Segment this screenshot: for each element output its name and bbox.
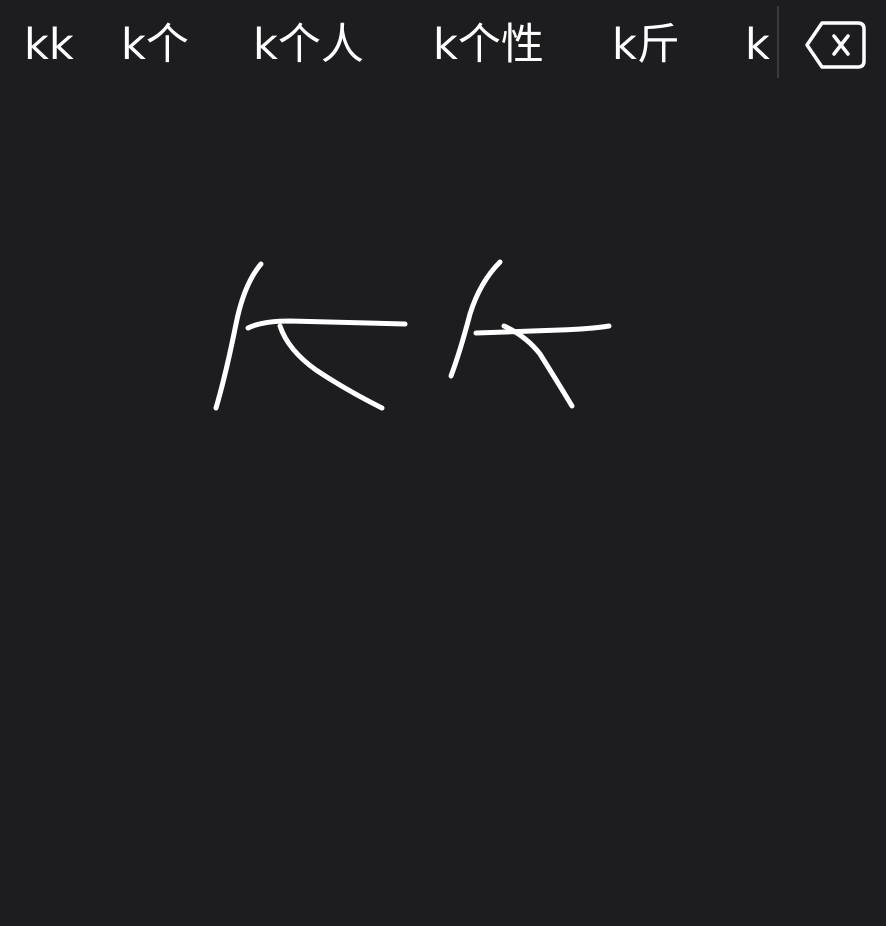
ink-stroke [277,323,385,411]
candidate-divider [777,6,779,78]
ink-stroke [501,323,575,409]
ink-stroke [448,259,503,379]
handwriting-ink [213,259,612,411]
candidate-item[interactable]: k斤 [612,14,680,76]
candidate-item[interactable]: k个性 [433,14,544,76]
candidate-item[interactable]: k个 [121,14,189,76]
candidate-item[interactable]: kk [24,14,74,76]
candidate-bar: kk k个 k个人 k个性 k斤 k [0,0,886,88]
backspace-icon [805,21,866,69]
handwriting-canvas[interactable] [0,88,886,926]
ink-stroke [245,318,408,331]
candidate-item[interactable]: k个人 [253,14,364,76]
candidate-item[interactable]: k [745,14,770,76]
delete-button[interactable] [800,16,868,74]
ink-stroke [473,323,612,336]
ink-stroke [213,261,264,411]
